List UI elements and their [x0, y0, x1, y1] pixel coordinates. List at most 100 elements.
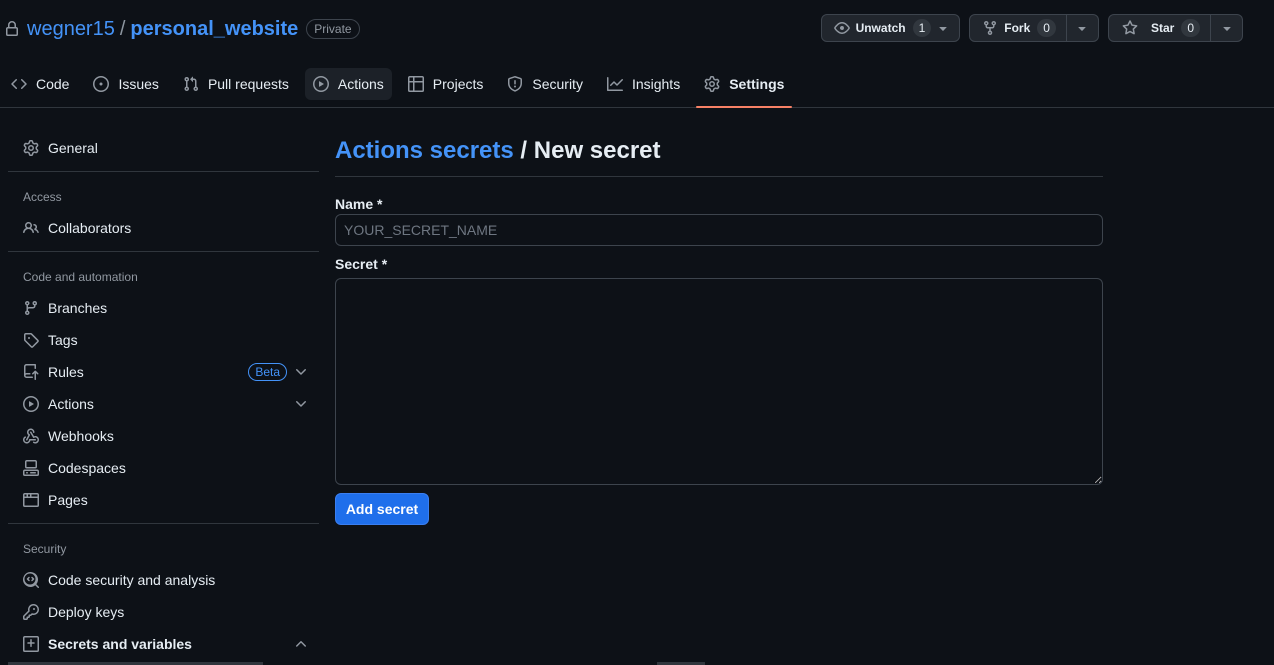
code-icon: [11, 78, 27, 90]
sidebar-item-codespaces[interactable]: Codespaces: [16, 452, 311, 484]
sidebar-divider: [8, 251, 319, 252]
sidebar-item-deploy-keys[interactable]: Deploy keys: [16, 596, 311, 628]
sidebar-item-label: Actions: [48, 396, 94, 412]
key-icon: [23, 604, 39, 620]
tab-insights[interactable]: Insights: [599, 68, 688, 100]
fork-counter: 0: [1037, 19, 1056, 37]
tab-security-label: Security: [532, 76, 583, 92]
play-icon: [23, 396, 39, 412]
star-label: Star: [1150, 21, 1175, 35]
secret-name-input[interactable]: [335, 214, 1103, 246]
fork-button-group: Fork 0: [969, 14, 1099, 42]
repo-name-link[interactable]: personal_website: [130, 18, 298, 41]
watch-counter: 1: [912, 19, 932, 37]
eye-icon: [833, 22, 850, 34]
repo-push-icon: [24, 364, 39, 380]
star-dropdown-button[interactable]: [1211, 14, 1243, 42]
chevron-down-icon[interactable]: [293, 396, 309, 412]
breadcrumb-current: New secret: [533, 137, 661, 164]
repo-header: wegner15 / personal_website Private Unwa…: [0, 0, 1274, 108]
star-button[interactable]: Star 0: [1107, 14, 1211, 42]
tab-projects-label: Projects: [432, 76, 484, 92]
sidebar-item-label: Code security and analysis: [48, 572, 216, 588]
sidebar-item-code-security[interactable]: Code security and analysis: [16, 564, 311, 596]
repo-actions: Unwatch 1 Fork 0 Star 0: [820, 14, 1243, 42]
repo-title: wegner15 / personal_website Private: [4, 14, 360, 44]
tab-actions-label: Actions: [337, 76, 384, 92]
title-divider: [335, 176, 1103, 177]
sidebar-item-tags[interactable]: Tags: [16, 324, 311, 356]
beta-badge: Beta: [248, 363, 287, 381]
branch-icon: [24, 301, 37, 316]
play-icon: [312, 76, 329, 92]
tab-actions[interactable]: Actions: [304, 68, 392, 100]
chevron-up-icon[interactable]: [293, 636, 309, 652]
unwatch-button[interactable]: Unwatch 1: [820, 14, 961, 42]
sidebar-item-actions[interactable]: Actions: [16, 388, 311, 420]
caret-down-icon: [939, 27, 947, 31]
asterisk-icon: [23, 636, 39, 652]
tab-insights-label: Insights: [631, 76, 681, 92]
repo-nav-tabs: Code Issues Pull requests Actions Projec…: [0, 68, 800, 108]
sidebar-item-label: Rules: [48, 364, 84, 380]
sidebar-item-label: Deploy keys: [48, 604, 125, 620]
fork-icon: [984, 21, 997, 36]
sidebar-heading-access: Access: [23, 190, 62, 204]
fork-label: Fork: [1004, 21, 1031, 35]
visibility-badge: Private: [306, 19, 360, 39]
sidebar-item-webhooks[interactable]: Webhooks: [16, 420, 311, 452]
sidebar-item-pages[interactable]: Pages: [16, 484, 311, 516]
sidebar-item-rules[interactable]: Rules Beta: [16, 356, 311, 388]
secret-value-textarea[interactable]: [335, 278, 1103, 485]
sidebar-divider: [8, 171, 319, 172]
name-field-label: Name *: [335, 196, 383, 212]
tab-settings-label: Settings: [729, 76, 785, 92]
pull-request-icon: [184, 76, 198, 92]
fork-button[interactable]: Fork 0: [969, 14, 1067, 42]
caret-down-icon: [1222, 27, 1231, 31]
sidebar-item-branches[interactable]: Branches: [16, 292, 311, 324]
table-icon: [407, 76, 424, 92]
tag-icon: [24, 333, 39, 348]
webhook-icon: [23, 428, 39, 444]
shield-icon: [508, 76, 523, 92]
sidebar-item-label: Webhooks: [48, 428, 114, 444]
fork-dropdown-button[interactable]: [1066, 14, 1099, 42]
tab-security[interactable]: Security: [499, 68, 591, 100]
secret-field-label: Secret *: [335, 256, 388, 272]
sidebar-item-secrets-variables[interactable]: Secrets and variables: [16, 628, 311, 660]
unwatch-label: Unwatch: [855, 21, 906, 35]
sidebar-item-label: Branches: [48, 300, 108, 316]
tab-projects[interactable]: Projects: [400, 68, 492, 100]
star-counter: 0: [1181, 19, 1200, 37]
tab-pull-requests-label: Pull requests: [207, 76, 289, 92]
add-secret-button[interactable]: Add secret: [335, 493, 429, 525]
sidebar-item-label: Tags: [48, 332, 78, 348]
codespaces-icon: [23, 460, 39, 476]
watch-button-group: Unwatch 1: [820, 14, 961, 42]
actions-secrets-breadcrumb-link[interactable]: Actions secrets: [335, 137, 514, 164]
breadcrumb-separator: /: [513, 137, 534, 164]
tab-pull-requests[interactable]: Pull requests: [175, 68, 297, 100]
settings-sidebar: General Access Collaborators Code and au…: [8, 108, 319, 665]
sidebar-item-label: General: [48, 140, 98, 156]
repo-owner-link[interactable]: wegner15: [27, 18, 115, 41]
tab-issues-label: Issues: [118, 76, 159, 92]
tab-settings[interactable]: Settings: [696, 68, 793, 108]
sidebar-item-label: Pages: [48, 492, 88, 508]
caret-down-icon: [1078, 27, 1087, 31]
star-icon: [1122, 20, 1138, 35]
browser-icon: [23, 493, 39, 507]
sidebar-item-collaborators[interactable]: Collaborators: [16, 212, 311, 244]
page-title: Actions secrets / New secret: [335, 137, 661, 165]
sidebar-item-label: Codespaces: [48, 460, 126, 476]
issue-icon: [93, 76, 110, 92]
gear-icon: [704, 76, 720, 92]
sidebar-divider: [8, 523, 319, 524]
chevron-down-icon[interactable]: [293, 364, 309, 380]
tab-issues[interactable]: Issues: [85, 68, 166, 100]
sidebar-item-label: Collaborators: [48, 220, 132, 236]
gear-icon: [23, 140, 39, 156]
tab-code[interactable]: Code: [0, 68, 77, 100]
sidebar-item-general[interactable]: General: [16, 132, 311, 164]
